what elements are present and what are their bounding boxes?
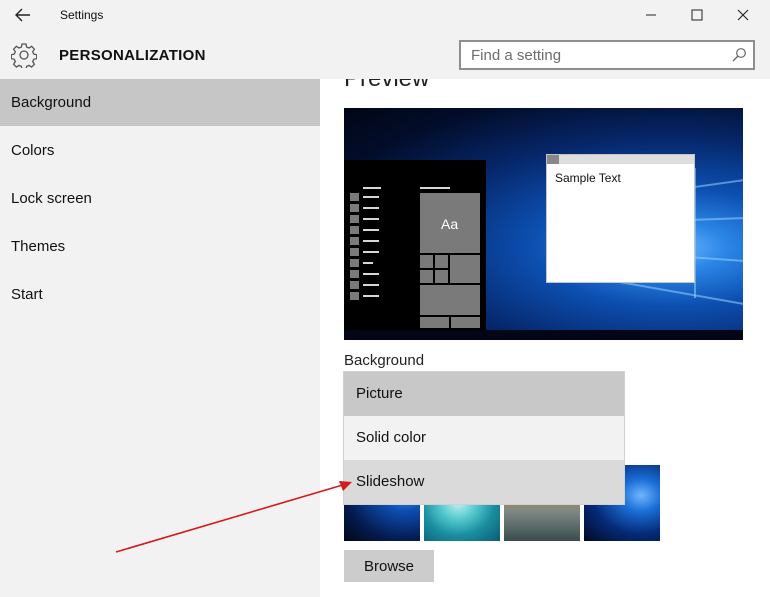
sidebar-item-start[interactable]: Start xyxy=(0,271,320,318)
background-dropdown-list[interactable]: Picture Solid color Slideshow xyxy=(344,372,624,504)
sample-window-titlebar xyxy=(547,155,694,164)
minimize-button[interactable] xyxy=(628,0,674,30)
tile-small xyxy=(420,317,449,328)
tile-small xyxy=(420,255,433,268)
menu-line xyxy=(363,187,381,189)
menu-line xyxy=(363,229,379,231)
back-button[interactable] xyxy=(8,4,38,26)
app-icon xyxy=(350,237,359,245)
maximize-button[interactable] xyxy=(674,0,720,30)
desktop-preview: Aa Sample Text xyxy=(344,108,743,340)
dropdown-option-label: Slideshow xyxy=(356,473,425,490)
dropdown-option-label: Solid color xyxy=(356,429,427,446)
menu-line xyxy=(363,295,379,297)
taskbar-preview xyxy=(344,330,743,340)
dropdown-option-picture[interactable]: Picture xyxy=(344,372,624,416)
menu-line xyxy=(363,284,379,286)
sidebar-item-label: Themes xyxy=(11,238,66,255)
sidebar-item-label: Background xyxy=(11,94,92,111)
background-label: Background xyxy=(344,352,425,369)
main-content: Preview Aa xyxy=(320,79,770,597)
menu-line xyxy=(363,240,379,242)
search-icon[interactable] xyxy=(731,47,747,63)
tile-small xyxy=(435,270,448,283)
close-icon xyxy=(737,9,749,21)
browse-button[interactable]: Browse xyxy=(344,550,434,582)
search-box[interactable] xyxy=(459,40,755,70)
page-title: PERSONALIZATION xyxy=(59,47,206,64)
sidebar-item-background[interactable]: Background xyxy=(0,79,320,126)
sample-text: Sample Text xyxy=(555,171,621,185)
dropdown-option-slideshow[interactable]: Slideshow xyxy=(344,460,624,504)
app-icon xyxy=(350,281,359,289)
sidebar-item-lock-screen[interactable]: Lock screen xyxy=(0,175,320,222)
tile-label: Aa xyxy=(441,216,459,232)
page-header: PERSONALIZATION xyxy=(0,30,770,79)
start-menu-preview: Aa xyxy=(344,160,486,340)
sidebar: Background Colors Lock screen Themes Sta… xyxy=(0,79,320,597)
title-bar: Settings xyxy=(0,0,770,30)
app-icon xyxy=(350,270,359,278)
app-icon xyxy=(350,226,359,234)
app-icon xyxy=(350,292,359,300)
tile-medium xyxy=(450,255,480,283)
window-title: Settings xyxy=(60,8,104,22)
sidebar-item-themes[interactable]: Themes xyxy=(0,223,320,270)
preview-heading: Preview xyxy=(344,79,429,93)
dropdown-option-solid-color[interactable]: Solid color xyxy=(344,416,624,460)
app-icon xyxy=(350,215,359,223)
tile-small xyxy=(451,317,480,328)
sidebar-item-colors[interactable]: Colors xyxy=(0,127,320,174)
app-icon xyxy=(350,259,359,267)
menu-line xyxy=(363,262,373,264)
tile-wide xyxy=(420,285,480,315)
minimize-icon xyxy=(646,14,656,16)
dropdown-option-label: Picture xyxy=(356,385,403,402)
tiles-header-line xyxy=(420,187,450,189)
sidebar-item-label: Colors xyxy=(11,142,55,159)
menu-line xyxy=(363,273,379,275)
tile-small xyxy=(435,255,448,268)
app-icon xyxy=(350,204,359,212)
back-arrow-icon xyxy=(15,8,30,22)
tile-small xyxy=(420,270,433,283)
menu-line xyxy=(363,196,379,198)
sample-window-accent xyxy=(547,155,559,164)
menu-line xyxy=(363,251,379,253)
app-icon xyxy=(350,193,359,201)
maximize-icon xyxy=(691,9,703,21)
app-icon xyxy=(350,248,359,256)
sample-window: Sample Text xyxy=(546,154,695,283)
menu-line xyxy=(363,218,379,220)
search-input[interactable] xyxy=(461,42,721,68)
sidebar-item-label: Start xyxy=(11,286,43,303)
menu-line xyxy=(363,207,379,209)
sidebar-item-label: Lock screen xyxy=(11,190,92,207)
close-button[interactable] xyxy=(720,0,766,30)
gear-icon xyxy=(11,43,37,68)
